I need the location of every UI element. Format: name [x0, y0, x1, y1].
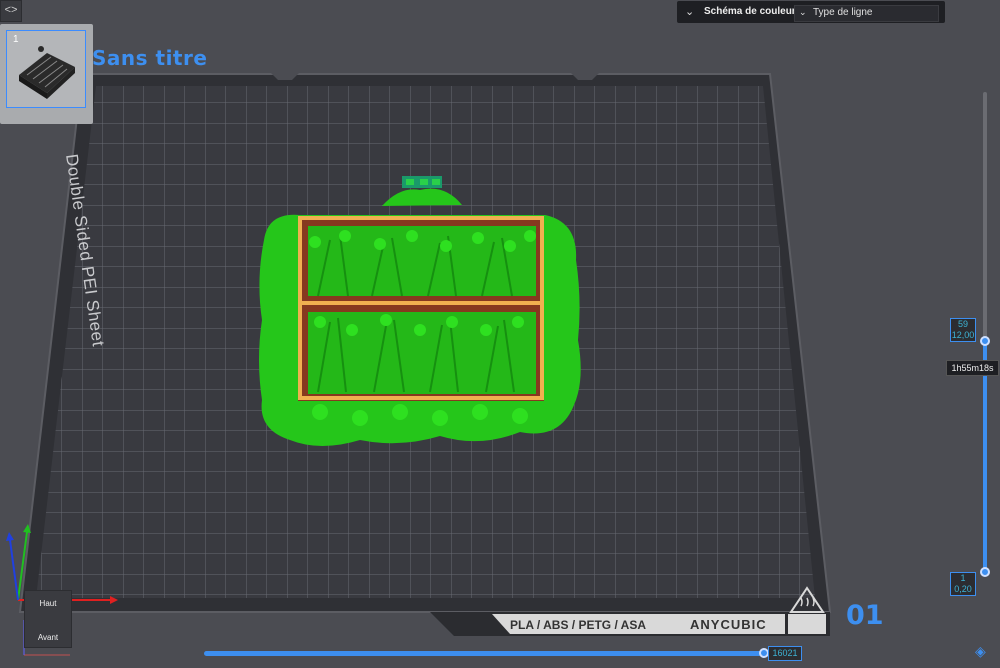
chevron-double-icon[interactable]: ⌄	[685, 5, 694, 18]
top-layer-height: 12,00	[951, 330, 975, 340]
gcode-preview-model[interactable]	[259, 176, 581, 446]
layers-icon[interactable]: ◈	[975, 643, 986, 660]
move-slider-value: 16021	[768, 646, 802, 661]
top-layer-number: 59	[957, 319, 968, 329]
brand-label: ANYCUBIC	[690, 617, 767, 632]
view-cube-front[interactable]: Avant	[25, 633, 71, 642]
bottom-layer-readout: 1 0,20	[950, 572, 976, 596]
plate-number: 01	[846, 600, 884, 631]
filament-label: PLA / ABS / PETG / ASA	[510, 618, 647, 632]
layer-slider-top-handle[interactable]	[980, 336, 990, 346]
view-cube[interactable]: Haut Avant	[24, 590, 72, 648]
chevron-down-icon: ⌄	[799, 7, 807, 17]
color-scheme-label: Schéma de couleur	[704, 6, 796, 17]
plate-thumbnail-panel[interactable]: 1	[0, 24, 93, 124]
bottom-layer-height: 0,20	[954, 584, 972, 594]
3d-viewport[interactable]	[0, 0, 1000, 668]
collapse-sidebar-button[interactable]: <>	[0, 0, 22, 22]
top-layer-readout: 59 12,00	[950, 318, 976, 342]
move-slider-track[interactable]	[204, 651, 764, 656]
layer-slider-bottom-handle[interactable]	[980, 567, 990, 577]
view-cube-top[interactable]: Haut	[25, 599, 71, 608]
bottom-layer-number: 1	[960, 573, 966, 583]
line-type-value: Type de ligne	[813, 7, 873, 18]
heated-bed-icon	[789, 586, 825, 613]
line-type-dropdown[interactable]: ⌄ Type de ligne	[794, 5, 939, 22]
plate-title[interactable]: Sans titre	[92, 46, 207, 70]
collapse-sidebar-icon: <>	[4, 4, 18, 16]
color-scheme-panel: ⌄ Schéma de couleur ⌄ Type de ligne	[677, 1, 945, 23]
print-time-tooltip: 1h55m18s	[946, 360, 999, 376]
plate-index: 1	[13, 34, 19, 45]
